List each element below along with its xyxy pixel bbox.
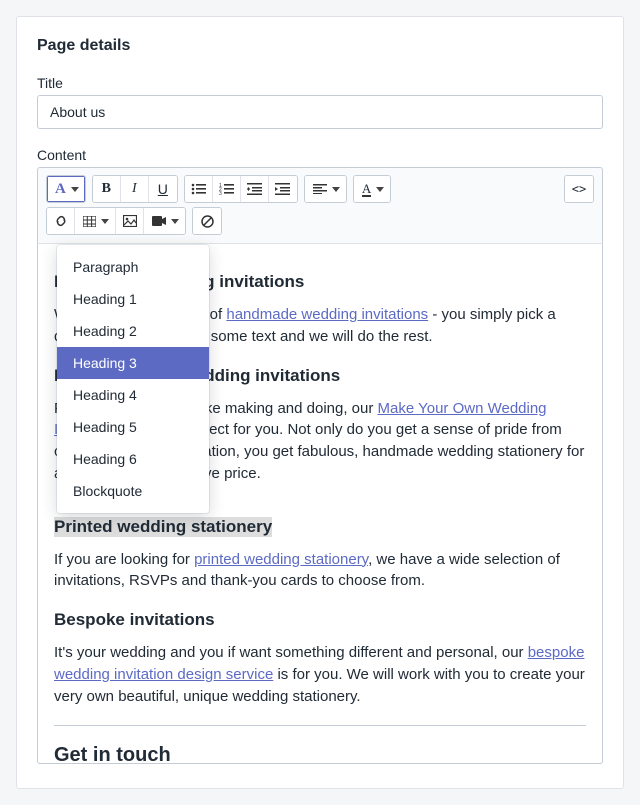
chevron-down-icon — [171, 219, 179, 224]
chevron-down-icon — [376, 187, 384, 192]
content-heading: Get in touch — [54, 744, 586, 764]
svg-text:3: 3 — [219, 191, 222, 195]
align-group — [304, 175, 347, 203]
align-select[interactable] — [305, 176, 346, 202]
content-heading: Bespoke invitations — [54, 610, 586, 630]
format-a-icon: A — [55, 182, 66, 197]
page-details-card: Page details Title Content A B I U 1 — [16, 16, 624, 789]
text-color-icon: A — [362, 182, 371, 197]
list-group: 123 — [184, 175, 298, 203]
ordered-list-icon: 123 — [219, 183, 234, 195]
text-style-group: B I U — [92, 175, 178, 203]
clear-group — [192, 207, 222, 235]
table-select[interactable] — [75, 208, 116, 234]
title-input[interactable] — [37, 95, 603, 129]
bullet-list-icon — [191, 183, 206, 195]
italic-button[interactable]: I — [121, 176, 149, 202]
color-group: A — [353, 175, 391, 203]
card-title: Page details — [37, 37, 603, 55]
chevron-down-icon — [71, 187, 79, 192]
outdent-icon — [247, 183, 262, 195]
underline-icon: U — [158, 181, 168, 197]
format-select[interactable]: A — [47, 176, 85, 202]
content-label: Content — [37, 147, 603, 163]
chevron-down-icon — [332, 187, 340, 192]
chevron-down-icon — [101, 219, 109, 224]
content-heading-selected: Printed wedding stationery — [54, 517, 272, 537]
italic-icon: I — [132, 181, 137, 197]
format-option[interactable]: Heading 3 — [57, 347, 209, 379]
ordered-list-button[interactable]: 123 — [213, 176, 241, 202]
align-left-icon — [313, 184, 327, 194]
image-icon — [123, 215, 137, 227]
format-option[interactable]: Paragraph — [57, 251, 209, 283]
title-label: Title — [37, 75, 603, 91]
format-option[interactable]: Heading 5 — [57, 411, 209, 443]
insert-group — [46, 207, 186, 235]
block-icon — [201, 215, 214, 228]
format-option[interactable]: Blockquote — [57, 475, 209, 507]
link-icon — [54, 214, 68, 228]
format-option[interactable]: Heading 2 — [57, 315, 209, 347]
underline-button[interactable]: U — [149, 176, 177, 202]
html-group: <> — [564, 175, 594, 203]
bullet-list-button[interactable] — [185, 176, 213, 202]
outdent-button[interactable] — [241, 176, 269, 202]
format-option[interactable]: Heading 1 — [57, 283, 209, 315]
content-link[interactable]: handmade wedding invitations — [226, 306, 428, 323]
image-button[interactable] — [116, 208, 144, 234]
format-dropdown: ParagraphHeading 1Heading 2Heading 3Head… — [57, 245, 209, 513]
format-option[interactable]: Heading 4 — [57, 379, 209, 411]
format-option[interactable]: Heading 6 — [57, 443, 209, 475]
bold-button[interactable]: B — [93, 176, 121, 202]
code-icon: <> — [572, 182, 586, 196]
content-paragraph: If you are looking for printed wedding s… — [54, 549, 586, 593]
format-group: A — [46, 175, 86, 203]
content-link[interactable]: printed wedding stationery — [194, 551, 368, 568]
editor-toolbar: A B I U 123 — [37, 167, 603, 244]
table-icon — [83, 216, 96, 227]
indent-button[interactable] — [269, 176, 297, 202]
bold-icon: B — [102, 181, 111, 197]
link-button[interactable] — [47, 208, 75, 234]
html-button[interactable]: <> — [565, 176, 593, 202]
content-divider — [54, 725, 586, 726]
content-paragraph: It's your wedding and you if want someth… — [54, 642, 586, 707]
indent-icon — [275, 183, 290, 195]
clear-format-button[interactable] — [193, 208, 221, 234]
text-color-select[interactable]: A — [354, 176, 390, 202]
video-icon — [152, 216, 166, 226]
video-select[interactable] — [144, 208, 185, 234]
